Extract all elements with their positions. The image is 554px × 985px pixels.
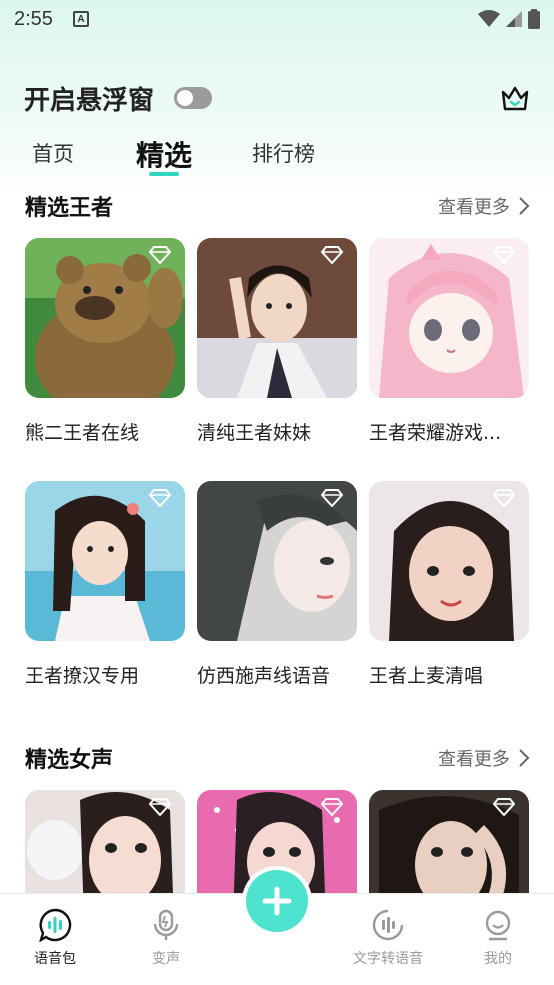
- section-title: 精选女声: [25, 748, 114, 773]
- nav-label: 语音包: [34, 951, 76, 967]
- header: 开启悬浮窗: [24, 78, 530, 118]
- diamond-icon: [493, 798, 515, 816]
- status-icons: [478, 9, 540, 29]
- chevron-right-icon: [519, 197, 530, 215]
- float-window-toggle[interactable]: [174, 87, 213, 109]
- see-more-button[interactable]: 查看更多: [438, 193, 530, 219]
- section-header-female-voices: 精选女声 查看更多: [25, 743, 530, 773]
- tab-featured[interactable]: 精选: [136, 130, 193, 176]
- profile-icon: [485, 910, 511, 941]
- diamond-icon: [149, 798, 171, 816]
- card-thumbnail: [369, 238, 529, 398]
- card-title: 王者荣耀游戏...: [369, 422, 502, 444]
- diamond-icon: [493, 489, 515, 507]
- see-more-label: 查看更多: [438, 197, 510, 218]
- card-title: 王者上麦清唱: [369, 665, 484, 687]
- tab-active-indicator: [149, 172, 179, 176]
- nav-item-profile[interactable]: 我的: [448, 908, 548, 968]
- card-title: 清纯王者妹妹: [197, 422, 312, 444]
- notification-a-icon: A: [72, 11, 89, 27]
- nav-label: 我的: [484, 951, 512, 967]
- card-thumbnail: [25, 238, 185, 398]
- card-thumbnail: [197, 481, 357, 641]
- section-header-kings: 精选王者 查看更多: [25, 191, 530, 221]
- battery-icon: [528, 9, 540, 29]
- see-more-button[interactable]: 查看更多: [438, 745, 530, 771]
- voice-pack-card[interactable]: 清纯王者妹妹: [197, 238, 357, 444]
- nav-label: 变声: [152, 951, 180, 967]
- card-thumbnail: [197, 238, 357, 398]
- tab-ranking[interactable]: 排行榜: [252, 130, 315, 168]
- wifi-icon: [478, 10, 500, 27]
- signal-icon: [506, 11, 522, 27]
- diamond-icon: [321, 246, 343, 264]
- nav-label: 文字转语音: [353, 951, 423, 967]
- microphone-icon: [153, 909, 179, 940]
- diamond-icon: [149, 246, 171, 264]
- plus-icon: [262, 886, 292, 916]
- diamond-icon: [149, 489, 171, 507]
- voice-pack-card[interactable]: 王者撩汉专用: [25, 481, 185, 687]
- status-bar: 2:55 A: [0, 0, 554, 38]
- toggle-knob: [177, 90, 194, 106]
- voice-pack-icon: [39, 908, 72, 942]
- card-title: 仿西施声线语音: [197, 665, 331, 687]
- diamond-icon: [321, 489, 343, 507]
- card-thumbnail: [25, 481, 185, 641]
- add-button[interactable]: [246, 870, 308, 932]
- voice-pack-card[interactable]: 王者上麦清唱: [369, 481, 529, 687]
- text-to-speech-icon: [372, 909, 404, 941]
- voice-pack-card[interactable]: 王者荣耀游戏...: [369, 238, 529, 444]
- tab-label: 精选: [136, 139, 193, 172]
- float-window-label: 开启悬浮窗: [24, 85, 155, 116]
- tab-label: 首页: [32, 142, 74, 166]
- tab-label: 排行榜: [252, 142, 316, 166]
- top-tabs: 首页 精选 排行榜: [32, 130, 315, 180]
- card-title: 王者撩汉专用: [25, 665, 140, 687]
- see-more-label: 查看更多: [438, 749, 510, 770]
- diamond-icon: [321, 798, 343, 816]
- section-title: 精选王者: [25, 196, 114, 221]
- nav-item-voice-pack[interactable]: 语音包: [5, 908, 105, 968]
- nav-item-text-to-speech[interactable]: 文字转语音: [338, 908, 438, 968]
- diamond-icon: [493, 246, 515, 264]
- crown-vip-icon[interactable]: [500, 83, 530, 113]
- card-thumbnail: [369, 481, 529, 641]
- chevron-right-icon: [519, 749, 530, 767]
- tab-home[interactable]: 首页: [32, 130, 74, 168]
- nav-item-voice-changer[interactable]: 变声: [116, 908, 216, 968]
- voice-pack-card[interactable]: 熊二王者在线: [25, 238, 185, 444]
- card-title: 熊二王者在线: [25, 422, 140, 444]
- status-time: 2:55: [14, 7, 53, 30]
- voice-pack-card[interactable]: 仿西施声线语音: [197, 481, 357, 687]
